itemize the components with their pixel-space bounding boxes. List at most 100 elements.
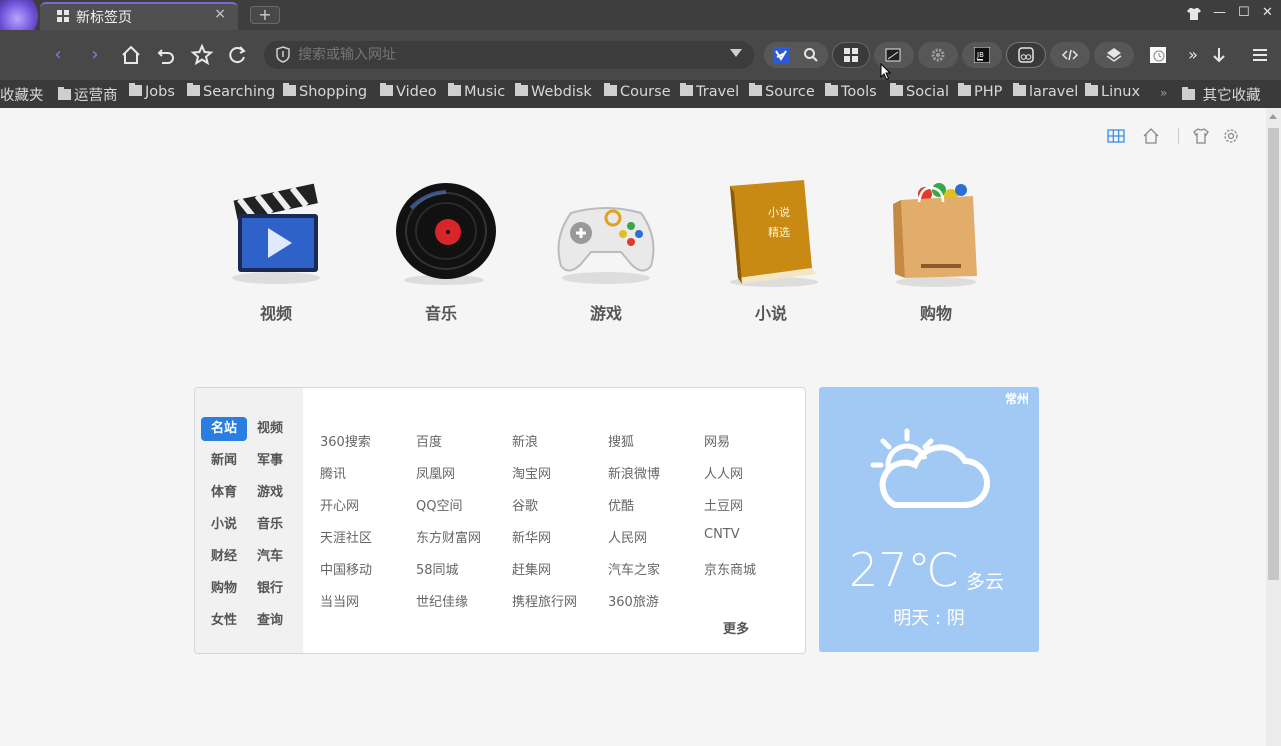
site-link[interactable]: 天涯社区 (320, 527, 372, 546)
nav-item-query[interactable]: 查询 (247, 609, 293, 633)
site-link[interactable]: 人人网 (704, 463, 743, 482)
refresh-icon[interactable] (224, 42, 250, 68)
bookmark-folder[interactable]: Webdisk (515, 83, 592, 100)
bookmark-folder[interactable]: Music (448, 83, 505, 100)
bookmark-folder[interactable]: Shopping (283, 83, 367, 100)
site-link[interactable]: 汽车之家 (608, 559, 660, 578)
site-link[interactable]: QQ空间 (416, 495, 462, 514)
skin-icon[interactable] (1186, 7, 1202, 21)
site-link[interactable]: 人民网 (608, 527, 647, 546)
bookmark-folder[interactable]: Travel (680, 83, 739, 100)
bookmarks-overflow-button[interactable]: » (1160, 86, 1167, 100)
undo-icon[interactable] (153, 42, 179, 68)
more-sites-link[interactable]: 更多 (723, 618, 749, 637)
site-link[interactable]: 新华网 (512, 527, 551, 546)
site-link[interactable]: 当当网 (320, 591, 359, 610)
star-icon[interactable] (189, 42, 215, 68)
address-bar[interactable] (264, 41, 754, 69)
home-icon[interactable] (118, 42, 144, 68)
category-game[interactable]: 游戏 (546, 178, 666, 328)
bookmark-folder[interactable]: Searching (187, 83, 275, 100)
bookmark-folder[interactable]: Source (749, 83, 815, 100)
page-scrollbar[interactable] (1266, 108, 1281, 746)
forward-button[interactable]: › (82, 42, 108, 68)
site-link[interactable]: 百度 (416, 431, 442, 450)
site-link[interactable]: 360搜索 (320, 431, 371, 450)
chevron-down-icon[interactable] (730, 49, 742, 57)
site-link[interactable]: 新浪微博 (608, 463, 660, 482)
vinyl-record-icon (396, 183, 496, 285)
category-novel[interactable]: 小说 精选 小说 (711, 178, 831, 328)
site-link[interactable]: 360旅游 (608, 591, 659, 610)
back-button[interactable]: ‹ (45, 42, 71, 68)
settings-icon[interactable] (1222, 127, 1240, 145)
site-link[interactable]: 中国移动 (320, 559, 372, 578)
bookmark-folder[interactable]: Jobs (129, 83, 175, 100)
site-link[interactable]: 世纪佳缘 (416, 591, 468, 610)
site-link[interactable]: 京东商城 (704, 559, 756, 578)
bookmark-item[interactable]: 收藏夹 (0, 84, 44, 105)
nav-item-video[interactable]: 视频 (247, 417, 293, 441)
site-link[interactable]: 优酷 (608, 495, 634, 514)
nav-item-novel[interactable]: 小说 (201, 513, 247, 537)
nav-item-auto[interactable]: 汽车 (247, 545, 293, 569)
weather-widget[interactable]: 常州 27℃ 多云 明天 : 阴 (819, 387, 1039, 652)
site-link[interactable]: 携程旅行网 (512, 591, 577, 610)
nav-item-sports[interactable]: 体育 (201, 481, 247, 505)
download-icon[interactable] (1206, 42, 1232, 68)
category-music[interactable]: 音乐 (381, 178, 501, 328)
weather-city[interactable]: 常州 (1005, 390, 1029, 407)
bookmark-folder[interactable]: Social (890, 83, 949, 100)
bookmark-folder[interactable]: PHP (958, 83, 1002, 100)
nav-item-music[interactable]: 音乐 (247, 513, 293, 537)
nav-item-military[interactable]: 军事 (247, 449, 293, 473)
category-video[interactable]: 视频 (216, 178, 336, 328)
nav-item-women[interactable]: 女性 (201, 609, 247, 633)
nav-item-news[interactable]: 新闻 (201, 449, 247, 473)
close-window-button[interactable]: ✕ (1262, 5, 1273, 20)
scroll-up-arrow[interactable] (1269, 114, 1277, 119)
nav-item-famous[interactable]: 名站 (201, 417, 247, 441)
maximize-button[interactable]: ☐ (1238, 5, 1250, 20)
bookmark-other-folder[interactable]: 其它收藏 (1182, 84, 1261, 105)
bookmark-folder[interactable]: Video (380, 83, 437, 100)
bookmark-folder[interactable]: Course (604, 83, 671, 100)
search-engine-icon[interactable] (773, 47, 789, 63)
site-link[interactable]: 谷歌 (512, 495, 538, 514)
bookmark-folder[interactable]: Tools (825, 83, 877, 100)
site-link[interactable]: 搜狐 (608, 431, 634, 450)
bookmark-folder[interactable]: Linux (1085, 83, 1140, 100)
minimize-button[interactable]: — (1213, 5, 1226, 20)
bookmark-folder[interactable]: 运营商 (58, 84, 118, 105)
site-link[interactable]: 58同城 (416, 559, 459, 578)
tab-new-tab[interactable]: 新标签页 × (40, 2, 238, 30)
site-link[interactable]: 赶集网 (512, 559, 551, 578)
site-link[interactable]: 新浪 (512, 431, 538, 450)
address-input[interactable] (298, 41, 718, 69)
nav-item-finance[interactable]: 财经 (201, 545, 247, 569)
site-link[interactable]: 土豆网 (704, 495, 743, 514)
nav-item-shopping[interactable]: 购物 (201, 577, 247, 601)
grid-view-icon[interactable] (1107, 127, 1125, 145)
menu-icon[interactable] (1247, 42, 1273, 68)
home-page-icon[interactable] (1142, 127, 1160, 145)
site-link[interactable]: 开心网 (320, 495, 359, 514)
site-link[interactable]: 淘宝网 (512, 463, 551, 482)
tab-close-icon[interactable]: × (214, 6, 226, 22)
nav-item-bank[interactable]: 银行 (247, 577, 293, 601)
site-link[interactable]: 东方财富网 (416, 527, 481, 546)
site-link[interactable]: CNTV (704, 527, 740, 542)
new-tab-button[interactable]: + (250, 6, 280, 24)
clock-ext-icon[interactable] (1150, 47, 1166, 63)
category-shopping[interactable]: 购物 (876, 178, 996, 328)
bookmark-folder[interactable]: laravel (1013, 83, 1078, 100)
search-icon[interactable] (803, 47, 819, 63)
site-link[interactable]: 凤凰网 (416, 463, 455, 482)
bookmark-label: Video (396, 84, 437, 100)
site-link[interactable]: 网易 (704, 431, 730, 450)
skin-theme-icon[interactable] (1192, 127, 1210, 145)
site-link[interactable]: 腾讯 (320, 463, 346, 482)
toolbar-overflow-button[interactable]: » (1180, 42, 1206, 68)
scrollbar-thumb[interactable] (1268, 128, 1279, 580)
nav-item-games[interactable]: 游戏 (247, 481, 293, 505)
